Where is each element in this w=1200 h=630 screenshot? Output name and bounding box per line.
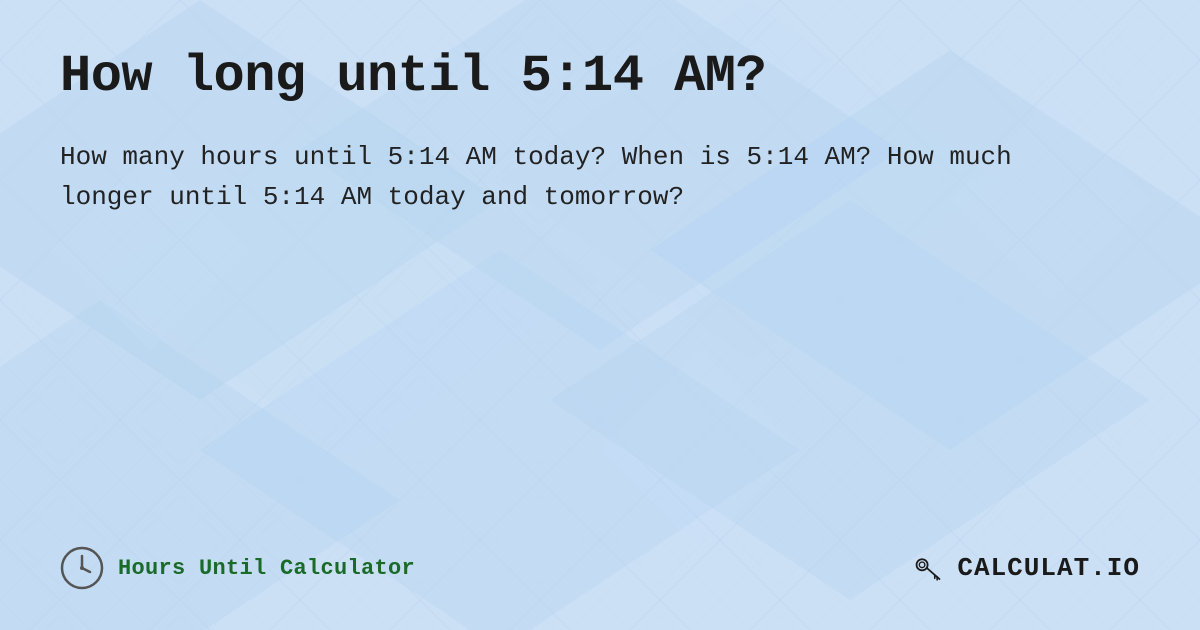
branding-right: CALCULAT.IO xyxy=(911,549,1140,587)
calculat-logo-icon xyxy=(911,549,949,587)
clock-icon xyxy=(60,546,104,590)
page-title: How long until 5:14 AM? xyxy=(60,48,1140,105)
branding-left: Hours Until Calculator xyxy=(60,546,415,590)
calculat-label: CALCULAT.IO xyxy=(957,553,1140,583)
page-description: How many hours until 5:14 AM today? When… xyxy=(60,137,1120,218)
hours-calculator-label: Hours Until Calculator xyxy=(118,556,415,581)
footer: Hours Until Calculator CALCULAT.IO xyxy=(60,546,1140,590)
